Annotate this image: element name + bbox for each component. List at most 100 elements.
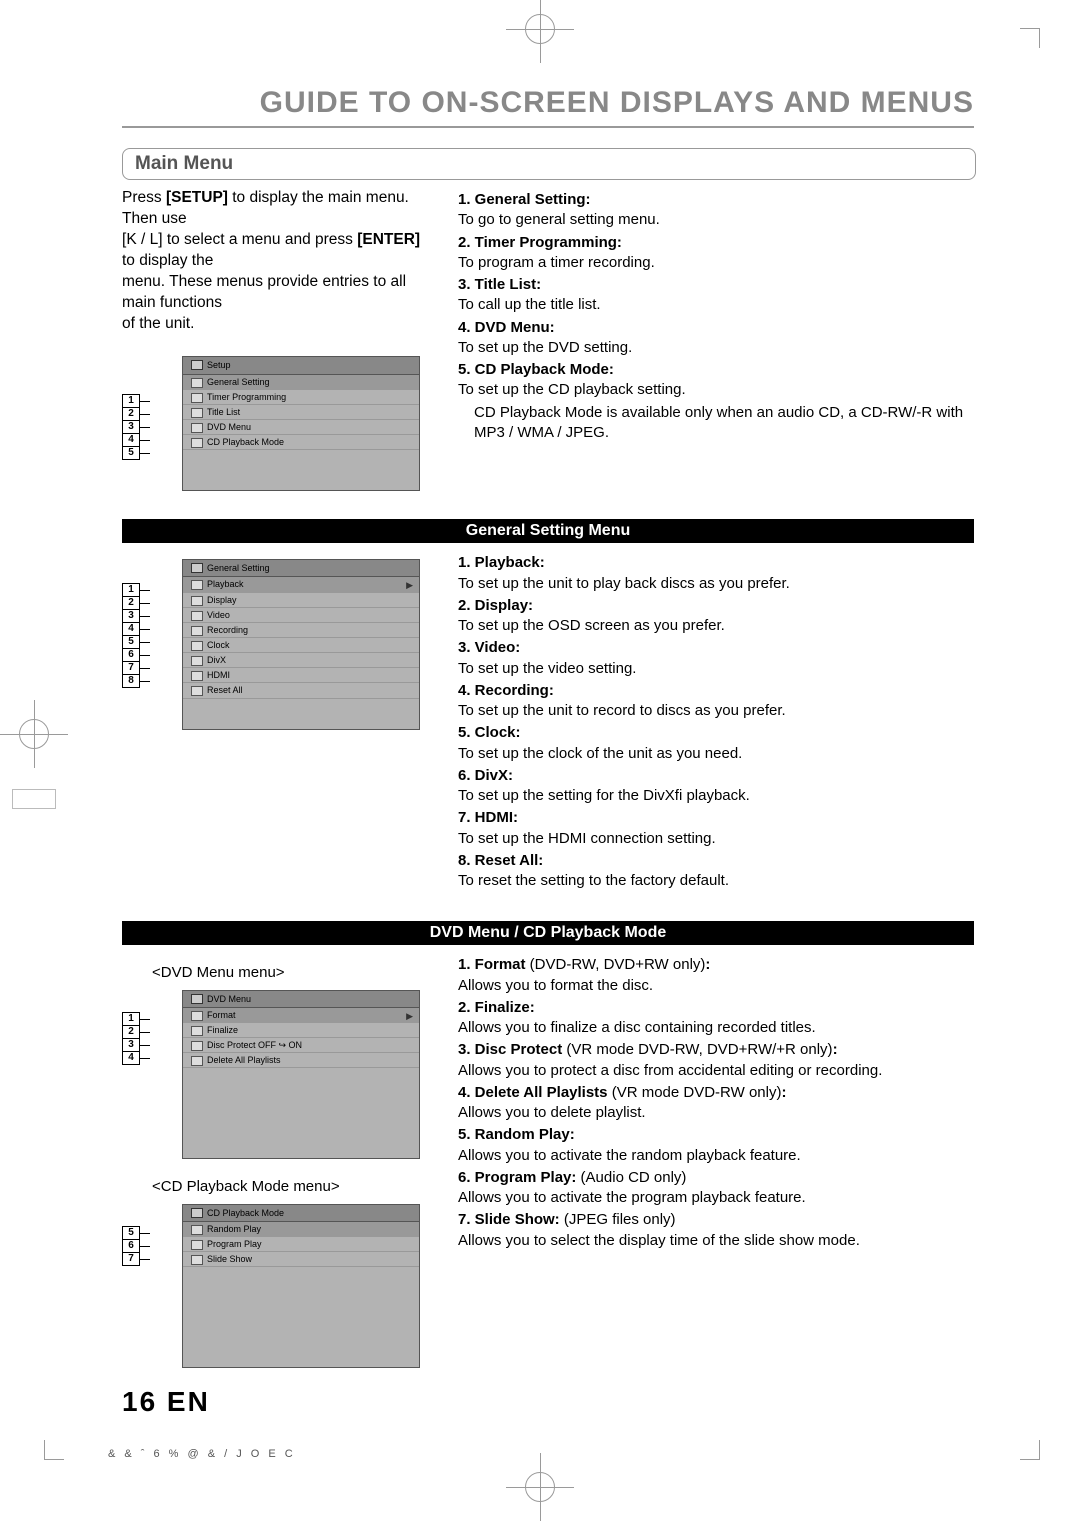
item-title: 1. General Setting: (458, 190, 974, 210)
page-title: GUIDE TO ON-SCREEN DISPLAYS AND MENUS (122, 86, 974, 128)
callout-number: 1 (122, 394, 140, 408)
callout-number: 5 (122, 446, 140, 460)
item-desc: To call up the title list. (458, 295, 974, 315)
dvd-menu-numbers: 1234 (122, 1012, 140, 1064)
callout-number: 1 (122, 583, 140, 597)
item-desc: To program a timer recording. (458, 253, 974, 273)
callout-number: 4 (122, 622, 140, 636)
callout-number: 2 (122, 1025, 140, 1039)
item-desc: Allows you to format the disc. (458, 976, 974, 996)
item-title: 4. Recording: (458, 681, 974, 701)
menu-row: Recording (183, 623, 419, 638)
item-title: 4. DVD Menu: (458, 318, 974, 338)
item-desc: To reset the setting to the factory defa… (458, 871, 974, 891)
callout-number: 3 (122, 609, 140, 623)
subheader-general: General Setting Menu (122, 519, 974, 543)
callout-number: 2 (122, 596, 140, 610)
callout-number: 3 (122, 420, 140, 434)
subheader-dvd: DVD Menu / CD Playback Mode (122, 921, 974, 945)
menu-row: Delete All Playlists (183, 1053, 419, 1068)
item-title: 6. Program Play: (Audio CD only) (458, 1168, 974, 1188)
item-title: 3. Video: (458, 638, 974, 658)
menu-row: Title List (183, 405, 419, 420)
callout-number: 8 (122, 674, 140, 688)
callout-number: 5 (122, 635, 140, 649)
menu-row: DVD Menu (183, 420, 419, 435)
menu-titlebar: General Setting (183, 560, 419, 577)
item-title: 7. HDMI: (458, 808, 974, 828)
callout-number: 3 (122, 1038, 140, 1052)
callout-number: 4 (122, 433, 140, 447)
item-title: 2. Timer Programming: (458, 233, 974, 253)
menu-titlebar: CD Playback Mode (183, 1205, 419, 1222)
menu-row: Clock (183, 638, 419, 653)
intro-text: Press [SETUP] to display the main menu. … (122, 188, 434, 334)
callout-number: 6 (122, 648, 140, 662)
menu-row: Timer Programming (183, 390, 419, 405)
callout-number: 1 (122, 1012, 140, 1026)
menu-row: DivX (183, 653, 419, 668)
menu-row: Finalize (183, 1023, 419, 1038)
item-desc: To set up the clock of the unit as you n… (458, 744, 974, 764)
item-title: 8. Reset All: (458, 851, 974, 871)
item-title: 5. Random Play: (458, 1125, 974, 1145)
caption-cd-menu: <CD Playback Mode menu> (152, 1177, 434, 1197)
general-menu-screenshot: General SettingPlayback▶DisplayVideoReco… (182, 559, 420, 729)
item-desc: To set up the CD playback setting. (458, 380, 974, 400)
general-menu-items: 1. Playback:To set up the unit to play b… (458, 553, 974, 891)
menu-row: CD Playback Mode (183, 435, 419, 450)
menu-row: HDMI (183, 668, 419, 683)
menu-row: Playback▶ (183, 577, 419, 592)
menu-row: Display (183, 593, 419, 608)
item-title: 6. DivX: (458, 766, 974, 786)
item-title: 2. Finalize: (458, 998, 974, 1018)
cd-menu-screenshot: CD Playback ModeRandom PlayProgram PlayS… (182, 1204, 420, 1369)
item-title: 1. Format (DVD-RW, DVD+RW only): (458, 955, 974, 975)
dvd-menu-screenshot: DVD MenuFormat▶FinalizeDisc Protect OFF … (182, 990, 420, 1160)
page-number: 16 EN (122, 1386, 210, 1418)
menu-row: Disc Protect OFF ↪ ON (183, 1038, 419, 1053)
callout-number: 7 (122, 661, 140, 675)
item-desc: Allows you to activate the random playba… (458, 1146, 974, 1166)
menu-row: Random Play (183, 1222, 419, 1237)
item-title: 4. Delete All Playlists (VR mode DVD-RW … (458, 1083, 974, 1103)
callout-number: 5 (122, 1226, 140, 1240)
callout-number: 6 (122, 1239, 140, 1253)
item-title: 5. CD Playback Mode: (458, 360, 974, 380)
menu-titlebar: Setup (183, 357, 419, 374)
arrow-icon: ▶ (406, 579, 413, 591)
item-desc: To go to general setting menu. (458, 210, 974, 230)
general-menu-numbers: 12345678 (122, 583, 140, 687)
cd-menu-numbers: 567 (122, 1226, 140, 1265)
menu-row: Format▶ (183, 1008, 419, 1023)
item-title: 3. Disc Protect (VR mode DVD-RW, DVD+RW/… (458, 1040, 974, 1060)
callout-number: 2 (122, 407, 140, 421)
item-desc: To set up the unit to play back discs as… (458, 574, 974, 594)
item-title: 5. Clock: (458, 723, 974, 743)
setup-menu-numbers: 12345 (122, 394, 140, 459)
section-main-menu: Main Menu (122, 148, 976, 180)
item-desc: Allows you to activate the program playb… (458, 1188, 974, 1208)
item-desc: Allows you to select the display time of… (458, 1231, 974, 1251)
item-desc: Allows you to protect a disc from accide… (458, 1061, 974, 1081)
footer-code: & & ˆ 6 % @ & / J O E C (108, 1448, 296, 1460)
main-menu-items: 1. General Setting:To go to general sett… (458, 190, 974, 443)
menu-row: Program Play (183, 1237, 419, 1252)
dvd-cd-items: 1. Format (DVD-RW, DVD+RW only):Allows y… (458, 955, 974, 1251)
item-desc: To set up the video setting. (458, 659, 974, 679)
callout-number: 4 (122, 1051, 140, 1065)
menu-row: Slide Show (183, 1252, 419, 1267)
item-desc: To set up the unit to record to discs as… (458, 701, 974, 721)
item-title: 7. Slide Show: (JPEG files only) (458, 1210, 974, 1230)
item-desc: To set up the HDMI connection setting. (458, 829, 974, 849)
item-desc: To set up the setting for the DivXfi pla… (458, 786, 974, 806)
menu-row: Video (183, 608, 419, 623)
item-desc: Allows you to finalize a disc containing… (458, 1018, 974, 1038)
menu-row: General Setting (183, 375, 419, 390)
item-title: 2. Display: (458, 596, 974, 616)
caption-dvd-menu: <DVD Menu menu> (152, 963, 434, 983)
setup-menu-screenshot: SetupGeneral SettingTimer ProgrammingTit… (182, 356, 420, 491)
item-note: CD Playback Mode is available only when … (458, 403, 974, 444)
arrow-icon: ▶ (406, 1010, 413, 1022)
item-title: 3. Title List: (458, 275, 974, 295)
